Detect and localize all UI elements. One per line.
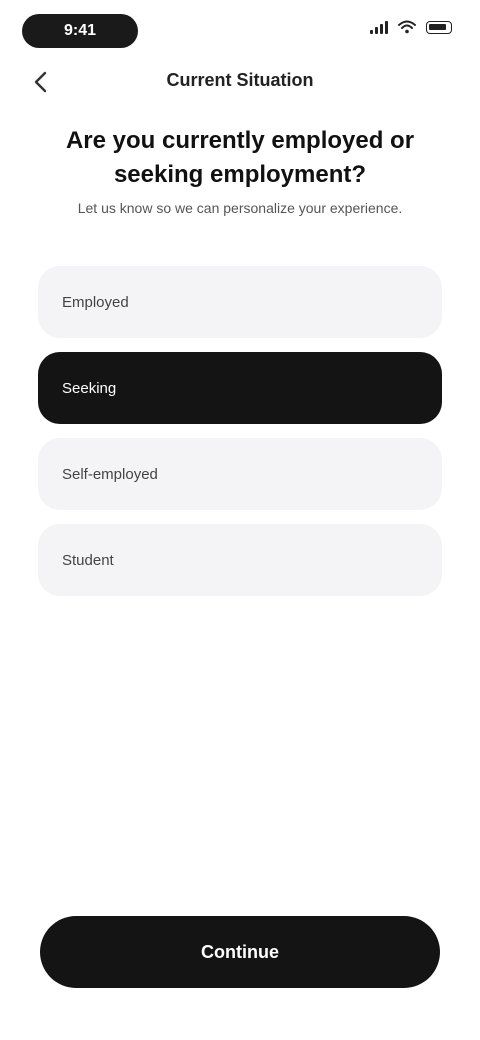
option-label: Seeking [62, 379, 117, 397]
nav-title: Current Situation [166, 70, 314, 90]
option-seeking[interactable]: Seeking [38, 352, 442, 424]
option-label: Employed [62, 293, 129, 311]
continue-button[interactable]: Continue [40, 916, 440, 988]
option-student[interactable]: Student [38, 524, 442, 596]
options-list: Employed Seeking Self-employed Student [38, 266, 442, 610]
status-time: 9:41 [22, 14, 138, 48]
status-bar: 9:41 [0, 0, 480, 64]
option-self-employed[interactable]: Self-employed [38, 438, 442, 510]
nav-bar: Current Situation [0, 60, 480, 104]
signal-icon [370, 20, 388, 34]
battery-icon [426, 20, 452, 34]
status-icons [370, 20, 452, 34]
page-title: Are you currently employed or seeking em… [65, 127, 415, 188]
wifi-icon [398, 20, 416, 34]
option-label: Self-employed [62, 465, 158, 483]
page-subtitle: Let us know so we can personalize your e… [77, 200, 403, 216]
option-label: Student [62, 551, 114, 569]
option-employed[interactable]: Employed [38, 266, 442, 338]
